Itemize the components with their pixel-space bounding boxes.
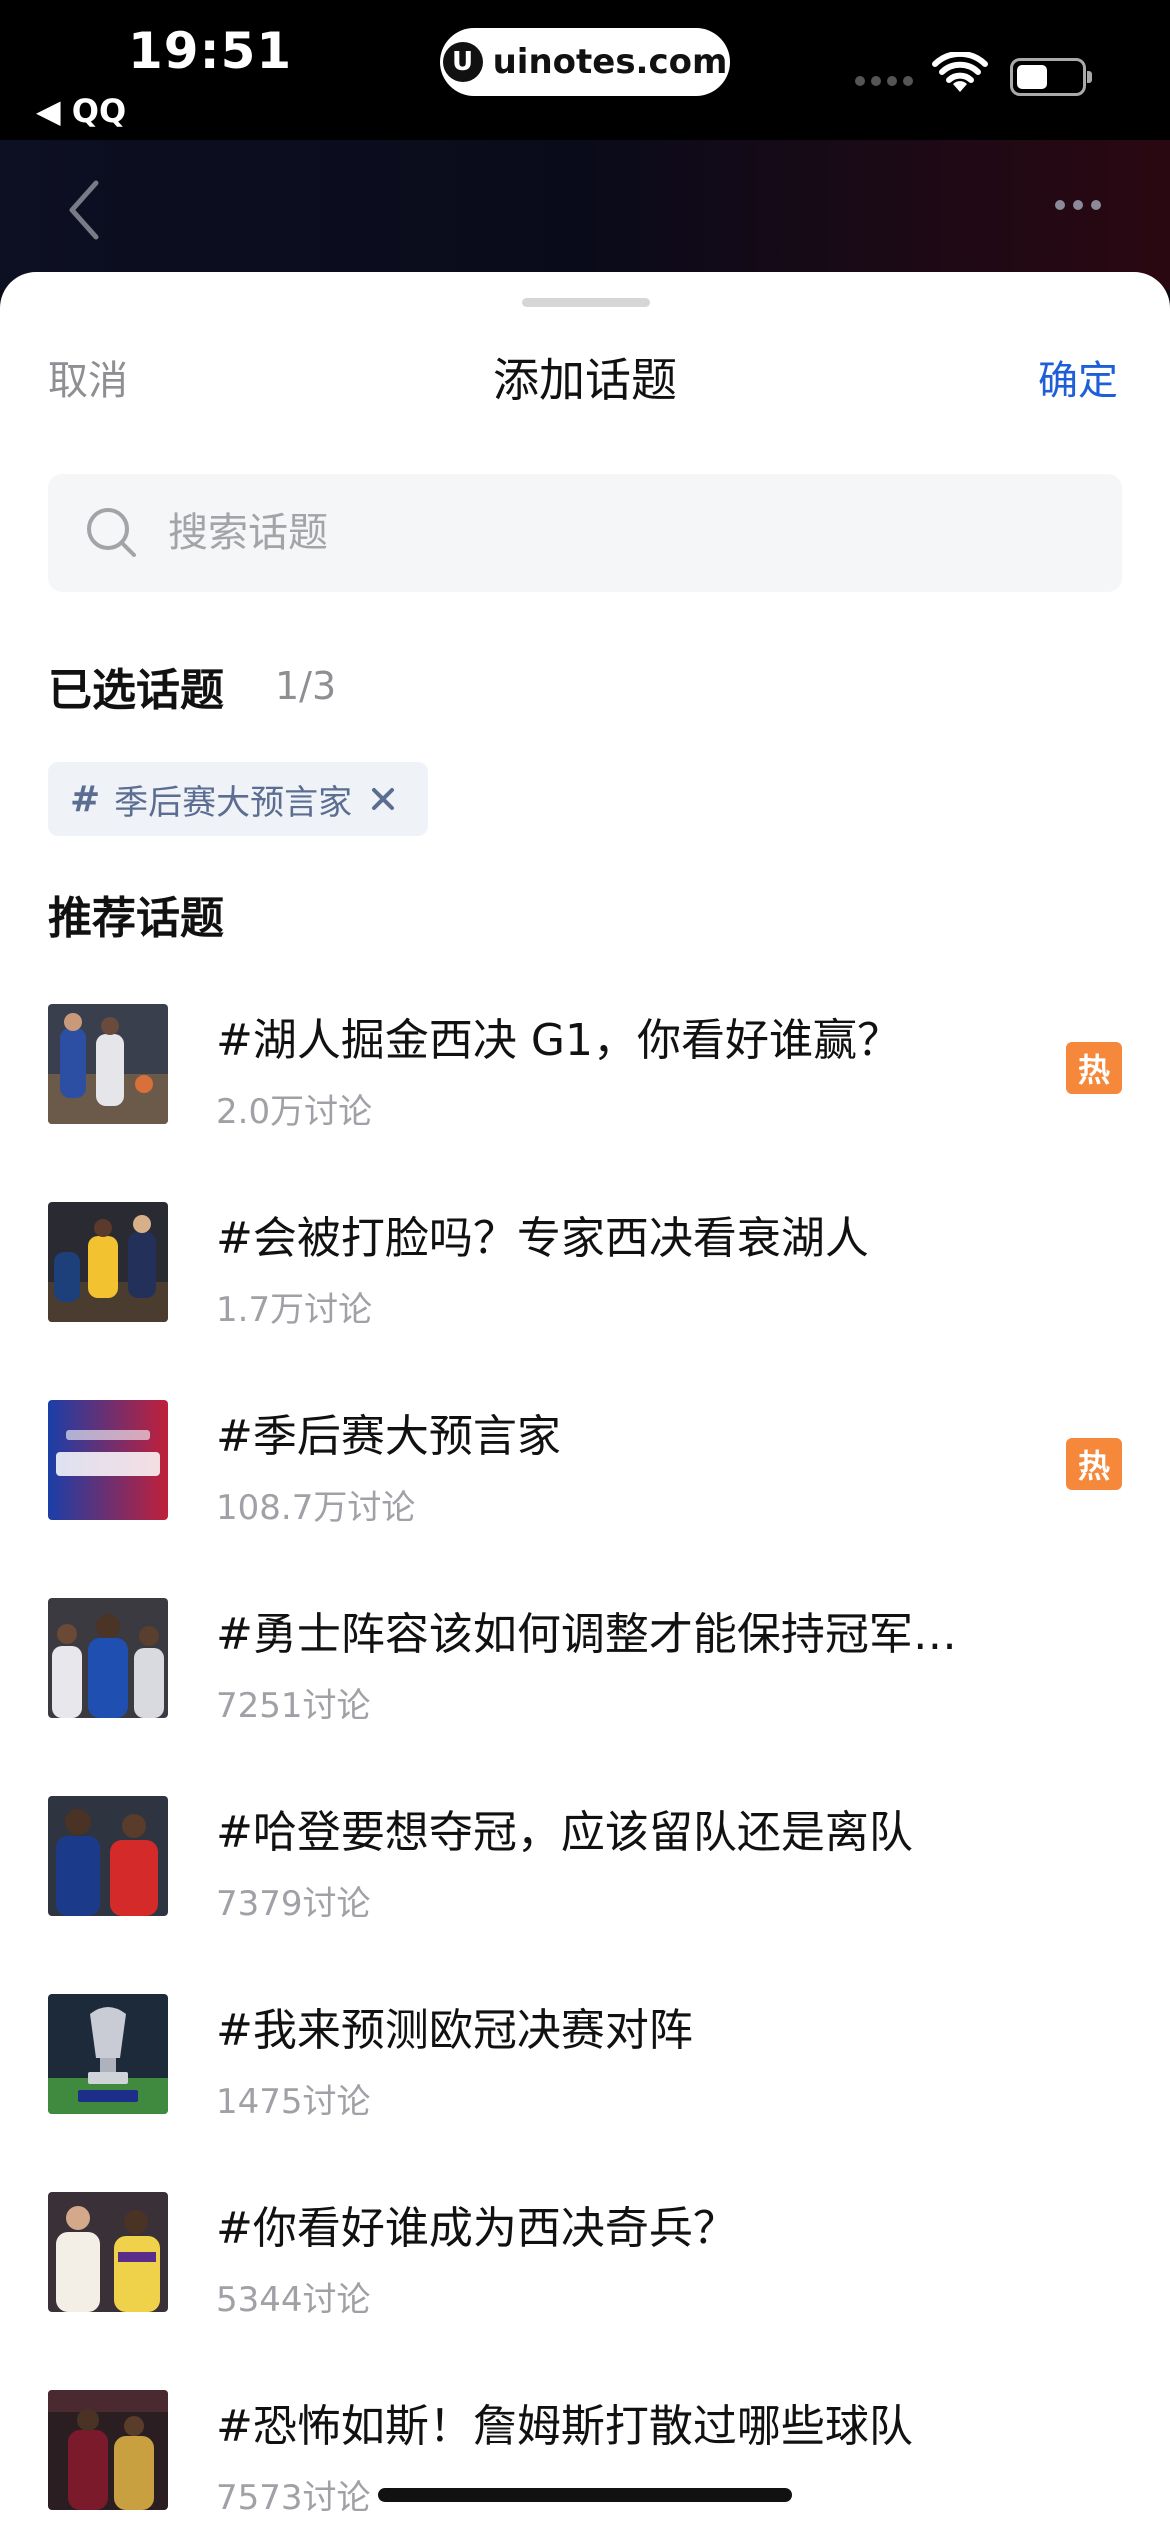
topic-row[interactable]: #我来预测欧冠决赛对阵 1475讨论 <box>0 1994 1170 2144</box>
more-options-icon[interactable] <box>1055 200 1101 210</box>
sheet-grabber[interactable] <box>522 298 650 307</box>
topic-title: #我来预测欧冠决赛对阵 <box>216 2005 693 2056</box>
search-input[interactable] <box>166 509 1066 557</box>
topic-title: #湖人掘金西决 G1，你看好谁赢？ <box>216 1015 901 1066</box>
topic-thumbnail <box>48 1400 168 1520</box>
hash-icon: # <box>70 778 101 820</box>
selected-topic-chip[interactable]: # 季后赛大预言家 <box>48 762 428 836</box>
chip-label: 季后赛大预言家 <box>114 782 353 823</box>
topic-thumbnail <box>48 1796 168 1916</box>
topic-thumbnail <box>48 1994 168 2114</box>
topic-count: 1.7万讨论 <box>216 1290 373 1330</box>
selected-topics-count: 1/3 <box>275 664 337 708</box>
topic-thumbnail <box>48 1598 168 1718</box>
topic-row[interactable]: #湖人掘金西决 G1，你看好谁赢？ 2.0万讨论 热 <box>0 1004 1170 1154</box>
topic-count: 7573讨论 <box>216 2478 371 2518</box>
topic-thumbnail <box>48 1004 168 1124</box>
back-to-app-link[interactable]: ◀ QQ <box>36 92 126 130</box>
topic-title: #季后赛大预言家 <box>216 1411 561 1462</box>
topic-row[interactable]: #哈登要想夺冠，应该留队还是离队 7379讨论 <box>0 1796 1170 1946</box>
topic-count: 7251讨论 <box>216 1686 371 1726</box>
topic-title: #你看好谁成为西决奇兵？ <box>216 2203 737 2254</box>
signal-icon <box>855 76 913 86</box>
topic-count: 108.7万讨论 <box>216 1488 416 1528</box>
topic-title: #恐怖如斯！詹姆斯打散过哪些球队 <box>216 2401 913 2452</box>
confirm-button[interactable]: 确定 <box>1038 348 1118 406</box>
close-icon[interactable] <box>368 784 398 814</box>
topic-count: 2.0万讨论 <box>216 1092 373 1132</box>
page-header <box>0 140 1170 290</box>
wifi-icon <box>932 52 988 92</box>
hot-badge: 热 <box>1066 1042 1122 1094</box>
status-time: 19:51 <box>128 22 293 80</box>
url-pill[interactable]: U uinotes.com <box>440 28 730 96</box>
recommended-topics-heading: 推荐话题 <box>48 893 224 944</box>
topic-thumbnail <box>48 2192 168 2312</box>
topic-count: 5344讨论 <box>216 2280 371 2320</box>
topic-row[interactable]: #恐怖如斯！詹姆斯打散过哪些球队 7573讨论 <box>0 2390 1170 2532</box>
selected-topics-heading: 已选话题 <box>48 665 224 716</box>
site-logo-icon: U <box>442 42 483 82</box>
hot-badge: 热 <box>1066 1438 1122 1490</box>
topic-count: 1475讨论 <box>216 2082 371 2122</box>
search-icon <box>87 508 136 557</box>
back-chevron-icon[interactable] <box>60 175 110 245</box>
home-indicator[interactable] <box>378 2488 792 2502</box>
topic-title: #哈登要想夺冠，应该留队还是离队 <box>216 1807 913 1858</box>
topic-row[interactable]: #会被打脸吗？专家西决看衰湖人 1.7万讨论 <box>0 1202 1170 1352</box>
topic-thumbnail <box>48 1202 168 1322</box>
add-topic-sheet: 取消 添加话题 确定 已选话题 1/3 # 季后赛大预言家 推荐话题 <box>0 272 1170 2532</box>
topic-thumbnail <box>48 2390 168 2510</box>
sheet-title: 添加话题 <box>493 353 677 407</box>
topic-row[interactable]: #季后赛大预言家 108.7万讨论 热 <box>0 1400 1170 1550</box>
battery-icon <box>1010 58 1092 96</box>
topic-title: #勇士阵容该如何调整才能保持冠军… <box>216 1609 957 1660</box>
status-bar: 19:51 ◀ QQ U uinotes.com <box>0 0 1170 140</box>
topic-title: #会被打脸吗？专家西决看衰湖人 <box>216 1213 869 1264</box>
search-box[interactable] <box>48 474 1122 592</box>
topic-count: 7379讨论 <box>216 1884 371 1924</box>
url-text: uinotes.com <box>492 42 728 82</box>
topic-row[interactable]: #勇士阵容该如何调整才能保持冠军… 7251讨论 <box>0 1598 1170 1748</box>
topic-row[interactable]: #你看好谁成为西决奇兵？ 5344讨论 <box>0 2192 1170 2342</box>
